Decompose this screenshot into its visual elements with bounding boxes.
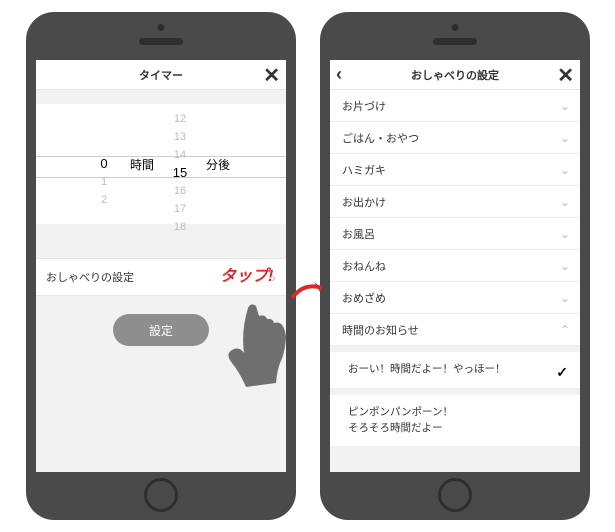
home-button[interactable]	[144, 478, 178, 512]
talk-settings-label: おしゃべりの設定	[46, 269, 134, 285]
chevron-up-icon: ⌃	[560, 323, 570, 337]
home-button[interactable]	[438, 478, 472, 512]
list-item[interactable]: 時間のお知らせ⌃	[330, 314, 580, 346]
chevron-down-icon: ⌄	[560, 227, 570, 241]
phone-speaker	[139, 38, 183, 45]
list-item[interactable]: お風呂⌄	[330, 218, 580, 250]
list-item[interactable]: お出かけ⌄	[330, 186, 580, 218]
voice-option[interactable]: おーい！時間だよー！やっほー！	[330, 352, 580, 389]
chevron-down-icon: ⌄	[560, 195, 570, 209]
list-item[interactable]: ハミガキ⌄	[330, 154, 580, 186]
page-title: おしゃべりの設定	[411, 67, 499, 83]
phone-speaker	[433, 38, 477, 45]
chevron-down-icon: ⌄	[560, 291, 570, 305]
page-title: タイマー	[139, 67, 183, 83]
chevron-down-icon: ⌄	[560, 259, 570, 273]
chevron-down-icon: ⌄	[560, 163, 570, 177]
picker-selection-band	[36, 156, 286, 178]
voice-option[interactable]: ピンポンパンポーン！ そろそろ時間だよー	[330, 395, 580, 448]
set-button[interactable]: 設定	[113, 314, 209, 346]
header: ‹ おしゃべりの設定 ✕	[330, 60, 580, 90]
time-picker[interactable]: 0 1 2 時間 12 13 14 15 16 17 18 分後	[36, 104, 286, 224]
header: タイマー ✕	[36, 60, 286, 90]
close-icon[interactable]: ✕	[557, 63, 574, 88]
list-item[interactable]: おめざめ⌄	[330, 282, 580, 314]
close-icon[interactable]: ✕	[263, 63, 280, 88]
chevron-down-icon: ⌄	[560, 99, 570, 113]
chevron-down-icon: ⌄	[560, 131, 570, 145]
screen-talk-settings: ‹ おしゃべりの設定 ✕ お片づけ⌄ ごはん・おやつ⌄ ハミガキ⌄ お出かけ⌄ …	[330, 60, 580, 472]
list-item[interactable]: お片づけ⌄	[330, 90, 580, 122]
list-item[interactable]: ごはん・おやつ⌄	[330, 122, 580, 154]
phone-frame-right: ‹ おしゃべりの設定 ✕ お片づけ⌄ ごはん・おやつ⌄ ハミガキ⌄ お出かけ⌄ …	[320, 12, 590, 520]
list-item[interactable]: おねんね⌄	[330, 250, 580, 282]
phone-camera	[158, 24, 165, 31]
back-icon[interactable]: ‹	[336, 64, 342, 85]
annotation-tap-label: タップ!	[220, 262, 273, 286]
phone-camera	[452, 24, 459, 31]
category-list: お片づけ⌄ ごはん・おやつ⌄ ハミガキ⌄ お出かけ⌄ お風呂⌄ おねんね⌄ おめ…	[330, 90, 580, 346]
